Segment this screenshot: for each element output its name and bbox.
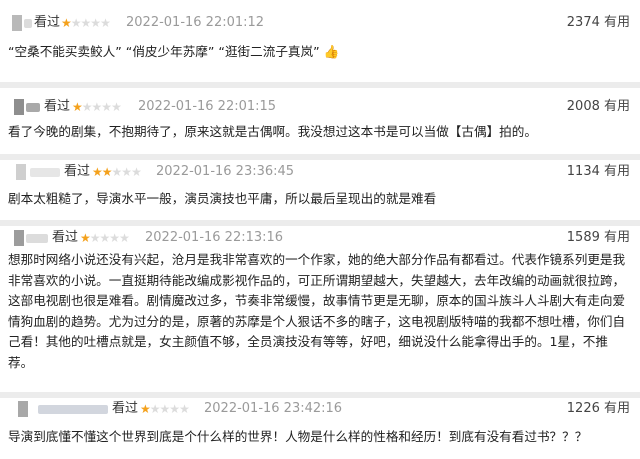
review-meta: 看过 ★★★★★ 2022-01-16 22:01:12 2374 有用 (0, 12, 640, 34)
star-empty-icon: ★ (80, 16, 92, 30)
star-empty-icon: ★ (81, 100, 93, 114)
useful-count[interactable]: 1589 有用 (567, 227, 630, 249)
review-card: 看过 ★★★★★ 2022-01-16 23:42:16 1226 有用 导演到… (0, 398, 640, 459)
review-date: 2022-01-16 23:36:45 (156, 164, 295, 179)
avatar[interactable] (14, 99, 24, 115)
username-blurred[interactable] (24, 19, 32, 28)
review-date: 2022-01-16 22:01:12 (126, 15, 265, 30)
star-empty-icon: ★ (90, 16, 101, 30)
review-text: 剧本太粗糙了，导演水平一般，演员演技也平庸，所以最后呈现出的就是难看 (8, 191, 437, 206)
star-empty-icon: ★ (109, 231, 120, 245)
review-text: 导演到底懂不懂这个世界到底是个什么样的世界！人物是什么样的性格和经历！到底有没有… (8, 429, 588, 444)
star-empty-icon: ★ (121, 165, 132, 179)
star-empty-icon: ★ (91, 100, 103, 114)
review-meta: 看过 ★★★★★ 2022-01-16 23:36:45 1134 有用 (0, 161, 640, 183)
rating-stars: ★★★★★ (140, 398, 190, 420)
star-empty-icon: ★ (119, 231, 130, 245)
star-empty-icon: ★ (179, 402, 190, 416)
star-empty-icon: ★ (149, 402, 161, 416)
star-empty-icon: ★ (131, 165, 142, 179)
review-meta: 看过 ★★★★★ 2022-01-16 23:42:16 1226 有用 (0, 398, 640, 420)
useful-count[interactable]: 1134 有用 (567, 161, 630, 183)
review-meta: 看过 ★★★★★ 2022-01-16 22:13:16 1589 有用 (0, 227, 640, 249)
useful-count[interactable]: 2008 有用 (567, 96, 630, 118)
star-empty-icon: ★ (111, 165, 123, 179)
review-card: 看过 ★★★★★ 2022-01-16 22:01:12 2374 有用 “空桑… (0, 0, 640, 82)
useful-count[interactable]: 2374 有用 (567, 12, 630, 34)
star-filled-icon: ★ (61, 16, 72, 30)
rating-stars: ★★★★★ (61, 12, 111, 34)
star-filled-icon: ★ (140, 402, 151, 416)
avatar[interactable] (16, 164, 26, 180)
review-card: 看过 ★★★★★ 2022-01-16 23:36:45 1134 有用 剧本太… (0, 160, 640, 220)
username-blurred[interactable] (26, 103, 40, 112)
seen-label: 看过 (34, 15, 61, 30)
star-empty-icon: ★ (99, 231, 111, 245)
star-empty-icon: ★ (100, 16, 111, 30)
review-date: 2022-01-16 22:13:16 (145, 230, 284, 245)
seen-label: 看过 (112, 401, 139, 416)
review-card: 看过 ★★★★★ 2022-01-16 22:13:16 1589 有用 想那时… (0, 226, 640, 392)
star-empty-icon: ★ (169, 402, 180, 416)
review-text: “空桑不能买卖鲛人” “俏皮少年苏摩” “逛街二流子真岚” 👍 (8, 44, 340, 59)
avatar[interactable] (14, 230, 24, 246)
review-meta: 看过 ★★★★★ 2022-01-16 22:01:15 2008 有用 (0, 96, 640, 118)
star-empty-icon: ★ (159, 402, 171, 416)
username-blurred[interactable] (26, 234, 48, 243)
review-date: 2022-01-16 22:01:15 (138, 99, 277, 114)
star-empty-icon: ★ (101, 100, 112, 114)
review-text: 看了今晚的剧集，不抱期待了，原来这就是古偶啊。我没想过这本书是可以当做【古偶】拍… (8, 124, 537, 139)
avatar[interactable] (18, 401, 28, 417)
star-filled-icon: ★ (101, 165, 113, 179)
rating-stars: ★★★★★ (72, 96, 122, 118)
avatar[interactable] (12, 15, 22, 31)
star-empty-icon: ★ (70, 16, 82, 30)
star-filled-icon: ★ (80, 231, 91, 245)
star-filled-icon: ★ (92, 165, 103, 179)
star-empty-icon: ★ (89, 231, 101, 245)
username-blurred[interactable] (30, 168, 60, 177)
seen-label: 看过 (52, 230, 79, 245)
review-card: 看过 ★★★★★ 2022-01-16 22:01:15 2008 有用 看了今… (0, 88, 640, 154)
rating-stars: ★★★★★ (80, 227, 130, 249)
username-blurred[interactable] (38, 405, 108, 414)
seen-label: 看过 (64, 164, 91, 179)
review-date: 2022-01-16 23:42:16 (204, 401, 343, 416)
review-text: 想那时网络小说还没有兴起，沧月是我非常喜欢的一个作家，她的绝大部分作品有都看过。… (8, 252, 626, 370)
seen-label: 看过 (44, 99, 71, 114)
rating-stars: ★★★★★ (92, 161, 142, 183)
useful-count[interactable]: 1226 有用 (567, 398, 630, 420)
star-filled-icon: ★ (72, 100, 83, 114)
star-empty-icon: ★ (111, 100, 122, 114)
